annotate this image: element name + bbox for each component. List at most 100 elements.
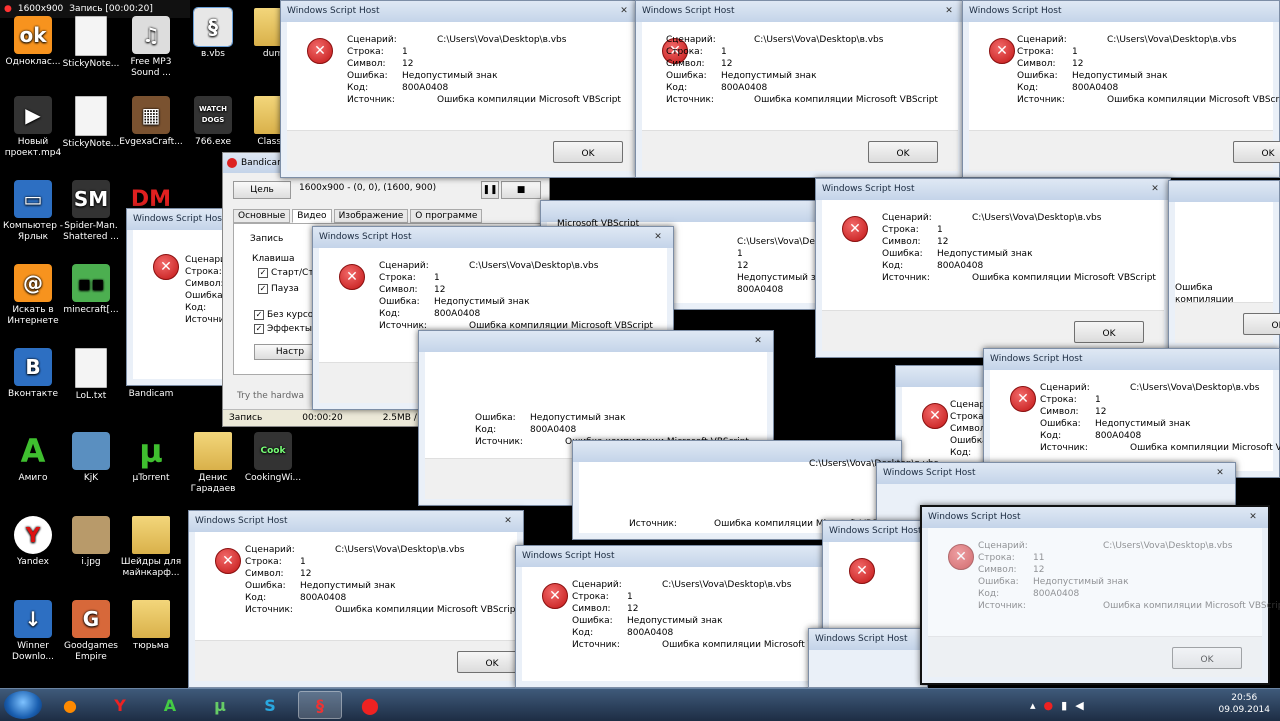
desktop-icon-evgexacraft[interactable]: ▦ EvgexaCraft...: [118, 96, 184, 148]
wsh-dialog-bottom-left[interactable]: Windows Script Host ✕ ✕ Сценарий: C:\Users…: [188, 510, 527, 688]
taskbar-bandicam[interactable]: ⬤: [348, 691, 392, 719]
dialog-titlebar: Windows Script Host: [984, 349, 1279, 370]
desktop-icon-minecraft[interactable]: ▪▪ minecraft[...: [58, 264, 124, 316]
pause-checkbox[interactable]: ✓ Пауза: [258, 284, 299, 294]
document-icon: [75, 16, 107, 56]
desktop-icon-image[interactable]: i.jpg: [58, 516, 124, 568]
script-icon: §: [193, 7, 233, 47]
desktop-icon-odnoklassniki[interactable]: ok Одноклас...: [0, 16, 66, 68]
folder-icon: [132, 600, 170, 638]
wsh-dialog-right-upper[interactable]: Windows Script Host ✕ ✕ Сценарий: C:\Users…: [815, 178, 1171, 358]
taskbar-amigo[interactable]: A: [148, 691, 192, 719]
desktop-icon-kjk[interactable]: KjK: [58, 432, 124, 484]
dialog-titlebar: ✕: [419, 331, 773, 352]
close-icon[interactable]: ✕: [1211, 467, 1229, 479]
status-recording: Запись: [229, 413, 263, 423]
wsh-dialog-lower-right-2[interactable]: Windows Script Host: [808, 628, 928, 688]
close-icon[interactable]: ✕: [649, 231, 667, 243]
close-icon[interactable]: ✕: [615, 5, 633, 17]
desktop-icon-vbs-script[interactable]: § в.vbs: [180, 7, 246, 60]
close-icon[interactable]: ✕: [940, 5, 958, 17]
spiderman-icon: SM: [72, 180, 110, 218]
ok-button[interactable]: OK: [868, 141, 938, 163]
desktop-icon-search-web[interactable]: @ Искать в Интернете: [0, 264, 66, 327]
desktop-icon-lol-txt[interactable]: LoL.txt: [58, 348, 124, 402]
search-web-icon: @: [14, 264, 52, 302]
wsh-dialog-right-mid[interactable]: Windows Script Host ✕ Сценарий: C:\Users\…: [983, 348, 1280, 478]
volume-icon[interactable]: ◀: [1075, 699, 1083, 712]
error-icon: ✕: [1010, 386, 1036, 412]
wsh-dialog-bottom-center[interactable]: Windows Script Host ✕ Сценарий: C:\Users\…: [515, 545, 825, 688]
wsh-dialog-top-right[interactable]: Windows Script Host ✕ Сценарий: C:\Users\…: [962, 0, 1280, 178]
stop-icon: ■: [516, 185, 526, 195]
taskbar-skype[interactable]: S: [248, 691, 292, 719]
desktop-icon-766-exe[interactable]: WATCH DOGS 766.exe: [180, 96, 246, 148]
taskbar: ● Y A µ S § ⬤ ▴ ● ▮ ◀ 20:56 09.09.2014: [0, 688, 1280, 721]
desktop-icon-stickynote-2[interactable]: StickyNote...: [58, 96, 124, 150]
error-icon: ✕: [849, 558, 875, 584]
wsh-dialog-ghost[interactable]: Windows Script Host ✕ ✕ Сценарий: C:\Users…: [920, 505, 1280, 685]
error-icon: ✕: [153, 254, 179, 280]
error-icon: ✕: [339, 264, 365, 290]
desktop-icon-goodgames[interactable]: G Goodgames Empire: [58, 600, 124, 663]
system-tray: ▴ ● ▮ ◀: [1020, 689, 1210, 721]
amigo-icon: A: [20, 431, 46, 470]
taskbar-script-host[interactable]: §: [298, 691, 342, 719]
desktop-icon-utorrent[interactable]: µ µTorrent: [118, 432, 184, 484]
network-icon[interactable]: ▮: [1061, 699, 1067, 712]
desktop-icon-cooking[interactable]: Cook CookingWi...: [240, 432, 306, 484]
tab-image[interactable]: Изображение: [333, 209, 409, 223]
tab-about[interactable]: О программе: [410, 209, 483, 223]
desktop-icon-winner-downloader[interactable]: ↓ Winner Downlo...: [0, 600, 66, 663]
pause-button[interactable]: ❚❚: [481, 181, 499, 199]
folder-icon: [194, 432, 232, 470]
error-icon: ✕: [922, 403, 948, 429]
taskbar-utorrent[interactable]: µ: [198, 691, 242, 719]
wsh-dialog-top-middle[interactable]: Windows Script Host ✕ ✕ Сценарий: C:\Users…: [635, 0, 965, 178]
clock[interactable]: 20:56 09.09.2014: [1218, 692, 1270, 716]
taskbar-firefox[interactable]: ●: [48, 691, 92, 719]
close-icon[interactable]: ✕: [1146, 183, 1164, 195]
wsh-dialog-far-right[interactable]: Ошибка компиляции Microsoft VBScript OK: [1168, 180, 1280, 350]
ok-button[interactable]: OK: [1172, 647, 1242, 669]
utorrent-icon: µ: [139, 431, 163, 470]
show-hidden-icons-icon[interactable]: ▴: [1030, 699, 1036, 712]
desktop-icon-amigo[interactable]: A Амиго: [0, 432, 66, 484]
ok-button[interactable]: OK: [1074, 321, 1144, 343]
desktop-icon-prison-folder[interactable]: тюрьма: [118, 600, 184, 652]
hotkey-label: Клавиша: [252, 254, 295, 264]
close-icon[interactable]: ✕: [1244, 511, 1262, 523]
desktop: ● 1600x900 Запись [00:00:20] ok Одноклас…: [0, 0, 1280, 688]
clock-date: 09.09.2014: [1218, 705, 1270, 715]
taskbar-yandex[interactable]: Y: [98, 691, 142, 719]
desktop-icon-yandex[interactable]: Y Yandex: [0, 516, 66, 568]
ok-button[interactable]: OK: [1233, 141, 1280, 163]
ok-button[interactable]: OK: [553, 141, 623, 163]
wsh-dialog-top-left[interactable]: Windows Script Host ✕ ✕ Сценарий: C:\Users…: [280, 0, 640, 178]
desktop-icon-denis-folder[interactable]: Денис Гарадаев: [180, 432, 246, 495]
close-icon[interactable]: ✕: [749, 335, 767, 347]
folder-icon: [132, 516, 170, 554]
dialog-titlebar: Windows Script Host: [809, 629, 927, 650]
desktop-icon-spiderman[interactable]: SM Spider-Man. Shattered ...: [58, 180, 124, 243]
capture-area: 1600x900 - (0, 0), (1600, 900): [299, 183, 437, 193]
dialog-titlebar: Windows Script Host: [516, 546, 824, 567]
desktop-icon-free-mp3[interactable]: ♫ Free MP3 Sound ...: [118, 16, 184, 79]
tab-video[interactable]: Видео: [292, 209, 332, 223]
stop-button[interactable]: ■: [501, 181, 541, 199]
desktop-icon-shaders-folder[interactable]: Шейдры для майнкарф...: [118, 516, 184, 579]
bandicam-icon: ⬤: [361, 695, 379, 715]
recording-label: Запись [00:00:20]: [69, 4, 153, 14]
desktop-icon-stickynote-1[interactable]: StickyNote...: [58, 16, 124, 70]
ok-button[interactable]: OK: [1243, 313, 1280, 335]
target-button[interactable]: Цель: [233, 181, 291, 199]
close-icon[interactable]: ✕: [499, 515, 517, 527]
start-stop-checkbox[interactable]: ✓ Старт/Сто: [258, 268, 319, 278]
wsh-dialog-lower-right-1[interactable]: Windows Script Host ✕: [822, 520, 932, 640]
desktop-icon-vk[interactable]: B Вконтакте: [0, 348, 66, 400]
desktop-icon-new-project[interactable]: ▶ Новый проект.mp4: [0, 96, 66, 159]
tab-general[interactable]: Основные: [233, 209, 291, 223]
record-tray-icon[interactable]: ●: [1044, 699, 1054, 712]
start-button[interactable]: [4, 691, 42, 719]
desktop-icon-computer[interactable]: ▭ Компьютер - Ярлык: [0, 180, 66, 243]
